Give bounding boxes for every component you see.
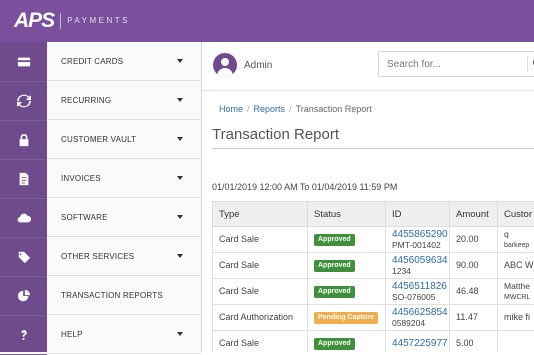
customer-company: barkeep <box>504 240 534 251</box>
user-name[interactable]: Admin <box>244 60 272 71</box>
customer-name: Matthe <box>504 281 534 292</box>
aps-payments-logo[interactable]: APS PAYMENTS <box>14 9 130 33</box>
logo-subtitle: PAYMENTS <box>67 9 130 33</box>
credit-card-icon <box>0 42 47 82</box>
user-icon <box>221 58 229 66</box>
cloud-icon <box>0 198 47 238</box>
title-divider <box>212 148 534 149</box>
sidebar-item-credit-cards[interactable]: CREDIT CARDS <box>0 42 201 81</box>
avatar[interactable] <box>213 53 237 77</box>
sidebar-item-label: HELP <box>61 330 83 339</box>
status-badge: Pending Capture <box>314 312 378 324</box>
refresh-icon <box>0 81 47 121</box>
pie-chart-icon <box>0 276 47 316</box>
logo-divider <box>60 13 61 29</box>
sidebar-item-invoices[interactable]: INVOICES <box>0 159 201 198</box>
sidebar-item-label: CREDIT CARDS <box>61 57 123 66</box>
cell-amount: 46.48 <box>450 279 498 305</box>
chevron-down-icon <box>177 98 183 102</box>
cell-type: Card Sale <box>213 279 308 305</box>
cell-amount: 20.00 <box>450 227 498 253</box>
sidebar-item-recurring[interactable]: RECURRING <box>0 81 201 120</box>
header-bar: Admin <box>202 42 534 91</box>
search-input[interactable] <box>387 57 517 71</box>
sidebar-item-label: RECURRING <box>61 96 111 105</box>
sidebar-item-label: TRANSACTION REPORTS <box>61 291 163 300</box>
column-header-id[interactable]: ID <box>386 202 450 227</box>
breadcrumb-reports[interactable]: Reports <box>254 104 286 114</box>
chevron-down-icon <box>177 215 183 219</box>
chevron-down-icon <box>177 332 183 336</box>
order-id: SO-076005 <box>392 292 443 303</box>
cell-amount: 90.00 <box>450 253 498 279</box>
status-badge: Approved <box>314 234 355 246</box>
sidebar-item-transaction-reports[interactable]: TRANSACTION REPORTS <box>0 276 201 315</box>
transaction-id-link[interactable]: 4456059634 <box>392 255 443 266</box>
transaction-id-link[interactable]: 4457225977 <box>392 338 443 349</box>
chevron-down-icon <box>177 254 183 258</box>
question-icon <box>0 315 47 355</box>
status-badge: Approved <box>314 286 355 298</box>
page-title: Transaction Report <box>212 126 339 143</box>
chevron-down-icon <box>177 176 183 180</box>
top-bar: APS PAYMENTS <box>0 0 534 42</box>
cell-amount: 11.47 <box>450 305 498 331</box>
column-header-customer[interactable]: Custor <box>498 202 534 227</box>
table-row[interactable]: Card Sale Approved 44560596341234 90.00 … <box>213 253 534 279</box>
order-id: 1234 <box>392 266 443 277</box>
cell-type: Card Sale <box>213 253 308 279</box>
breadcrumb-home[interactable]: Home <box>219 104 243 114</box>
order-id: PMT-001402 <box>392 240 443 251</box>
cell-type: Card Sale <box>213 227 308 253</box>
table-row[interactable]: Card Authorization Pending Capture 44566… <box>213 305 534 331</box>
transaction-id-link[interactable]: 4455865290 <box>392 229 443 240</box>
table-row[interactable]: Card Sale Approved 4457225977 5.00 <box>213 331 534 353</box>
order-id: 0589204 <box>392 318 443 329</box>
cell-amount: 5.00 <box>450 331 498 353</box>
sidebar-item-other-services[interactable]: OTHER SERVICES <box>0 237 201 276</box>
column-header-type[interactable]: Type <box>213 202 308 227</box>
sidebar-item-help[interactable]: HELP <box>0 315 201 354</box>
table-row[interactable]: Card Sale Approved 4456511826SO-076005 4… <box>213 279 534 305</box>
table-header-row: Type Status ID Amount Custor <box>213 202 534 227</box>
breadcrumb: Home/Reports/Transaction Report <box>219 104 372 114</box>
transactions-table: Type Status ID Amount Custor Card Sale A… <box>212 201 534 352</box>
sidebar-item-label: SOFTWARE <box>61 213 108 222</box>
customer-name: mike fi <box>498 305 534 331</box>
sidebar-item-customer-vault[interactable]: CUSTOMER VAULT <box>0 120 201 159</box>
sidebar-item-label: CUSTOMER VAULT <box>61 135 136 144</box>
chevron-down-icon <box>177 59 183 63</box>
transaction-id-link[interactable]: 4456625854 <box>392 307 443 318</box>
breadcrumb-current: Transaction Report <box>296 104 372 114</box>
lock-icon <box>0 120 47 160</box>
table-row[interactable]: Card Sale Approved 4455865290PMT-001402 … <box>213 227 534 253</box>
customer-name <box>498 331 534 353</box>
status-badge: Approved <box>314 338 355 350</box>
transaction-id-link[interactable]: 4456511826 <box>392 281 443 292</box>
customer-name: ABC W <box>498 253 534 279</box>
cell-type: Card Sale <box>213 331 308 353</box>
document-icon <box>0 159 47 199</box>
customer-name: q <box>504 229 534 240</box>
tag-icon <box>0 237 47 277</box>
status-badge: Approved <box>314 260 355 272</box>
sidebar-item-software[interactable]: SOFTWARE <box>0 198 201 237</box>
date-range: 01/01/2019 12:00 AM To 01/04/2019 11:59 … <box>212 182 397 192</box>
search-box <box>378 51 534 77</box>
logo-mark: APS <box>14 9 54 33</box>
cell-type: Card Authorization <box>213 305 308 331</box>
chevron-down-icon <box>177 137 183 141</box>
column-header-amount[interactable]: Amount <box>450 202 498 227</box>
sidebar-item-label: OTHER SERVICES <box>61 252 134 261</box>
column-header-status[interactable]: Status <box>308 202 386 227</box>
customer-company: MWCRL <box>504 292 534 303</box>
sidebar-item-label: INVOICES <box>61 174 101 183</box>
